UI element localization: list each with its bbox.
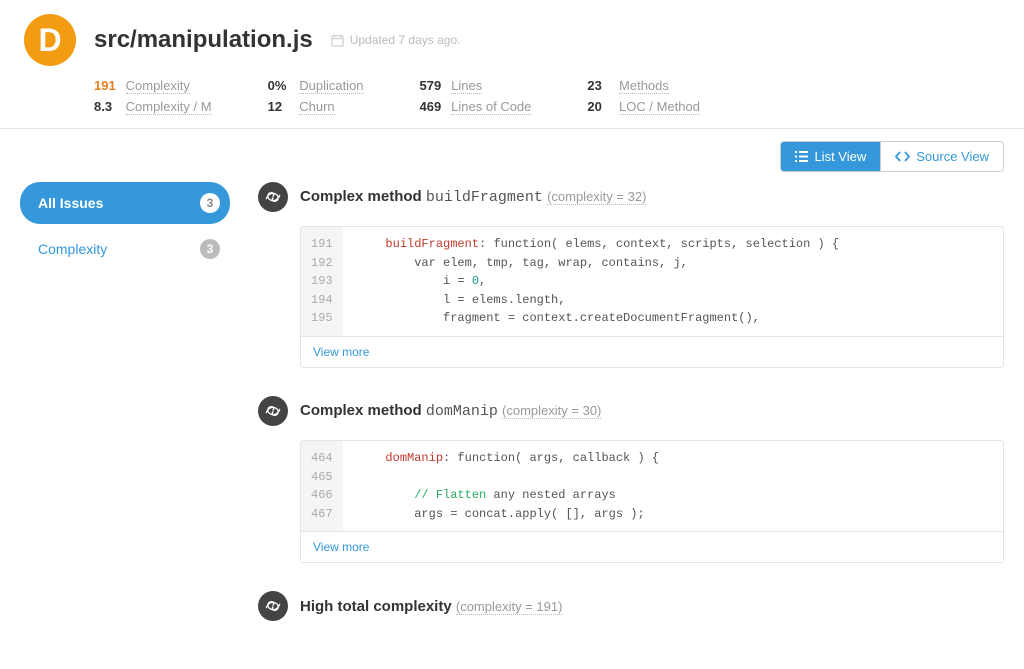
metric-value: 0% xyxy=(268,78,296,93)
issues-list: Complex method buildFragment (complexity… xyxy=(258,182,1004,649)
file-title: src/manipulation.js xyxy=(94,26,313,54)
issue-prefix: High total complexity xyxy=(300,598,452,615)
metric-row: 191 Complexity xyxy=(94,78,212,93)
count-badge: 3 xyxy=(200,239,220,259)
line-numbers: 464 465 466 467 xyxy=(301,441,343,531)
metric-label: Complexity / M xyxy=(126,99,212,115)
code-snippet: buildFragment: function( elems, context,… xyxy=(343,227,1003,336)
metric-label: Lines xyxy=(451,78,482,94)
issue-prefix: Complex method xyxy=(300,402,422,419)
view-toggle-group: List View Source View xyxy=(780,141,1004,172)
count-badge: 3 xyxy=(200,193,220,213)
metric-row: 23 Methods xyxy=(587,78,700,93)
issue-header: High total complexity (complexity = 191) xyxy=(258,591,1004,621)
metric-value: 579 xyxy=(420,78,448,93)
metric-value: 191 xyxy=(94,78,122,93)
issue-title: High total complexity (complexity = 191) xyxy=(300,598,562,615)
code-block: 191 192 193 194 195 buildFragment: funct… xyxy=(300,226,1004,368)
issue-method: buildFragment xyxy=(426,189,543,206)
issue-header: Complex method buildFragment (complexity… xyxy=(258,182,1004,212)
metric-col-1: 191 Complexity 8.3 Complexity / M xyxy=(94,78,212,114)
sidebar-item-label: Complexity xyxy=(38,241,107,257)
code-block: 464 465 466 467 domManip: function( args… xyxy=(300,440,1004,563)
sidebar-item-label: All Issues xyxy=(38,195,103,211)
source-view-label: Source View xyxy=(916,149,989,164)
view-more-link[interactable]: View more xyxy=(301,531,1003,562)
issue-title: Complex method domManip (complexity = 30… xyxy=(300,402,601,420)
metric-row: 12 Churn xyxy=(268,99,364,114)
issue-complexity-label: (complexity = 32) xyxy=(547,189,646,205)
issue-complexity-label: (complexity = 191) xyxy=(456,599,563,615)
issue-title: Complex method buildFragment (complexity… xyxy=(300,188,646,206)
metrics-bar: 191 Complexity 8.3 Complexity / M 0% Dupl… xyxy=(0,74,1024,128)
metric-label: Churn xyxy=(299,99,334,115)
metric-label: Duplication xyxy=(299,78,363,94)
metric-label: Complexity xyxy=(126,78,190,94)
updated-timestamp: Updated 7 days ago. xyxy=(331,33,461,47)
issue-method: domManip xyxy=(426,403,498,420)
metric-row: 8.3 Complexity / M xyxy=(94,99,212,114)
updated-text: Updated 7 days ago. xyxy=(350,33,461,47)
complexity-icon xyxy=(258,182,288,212)
issue-header: Complex method domManip (complexity = 30… xyxy=(258,396,1004,426)
metric-row: 20 LOC / Method xyxy=(587,99,700,114)
metric-row: 469 Lines of Code xyxy=(420,99,532,114)
issue: High total complexity (complexity = 191) xyxy=(258,591,1004,621)
calendar-icon xyxy=(331,34,344,47)
metric-value: 23 xyxy=(587,78,615,93)
issue: Complex method buildFragment (complexity… xyxy=(258,182,1004,368)
issue-prefix: Complex method xyxy=(300,188,422,205)
line-numbers: 191 192 193 194 195 xyxy=(301,227,343,336)
code-icon xyxy=(895,151,910,162)
list-view-label: List View xyxy=(814,149,866,164)
list-view-button[interactable]: List View xyxy=(781,142,880,171)
source-view-button[interactable]: Source View xyxy=(880,142,1003,171)
metric-row: 0% Duplication xyxy=(268,78,364,93)
metric-col-4: 23 Methods 20 LOC / Method xyxy=(587,78,700,114)
list-icon xyxy=(795,151,808,162)
metric-value: 12 xyxy=(268,99,296,114)
metric-value: 20 xyxy=(587,99,615,114)
issue-complexity-label: (complexity = 30) xyxy=(502,403,601,419)
code-snippet: domManip: function( args, callback ) { /… xyxy=(343,441,1003,531)
view-toggle-bar: List View Source View xyxy=(0,129,1024,182)
metric-value: 469 xyxy=(420,99,448,114)
metric-label: Lines of Code xyxy=(451,99,531,115)
view-more-link[interactable]: View more xyxy=(301,336,1003,367)
metric-col-3: 579 Lines469 Lines of Code xyxy=(420,78,532,114)
complexity-icon xyxy=(258,591,288,621)
grade-badge: D xyxy=(24,14,76,66)
complexity-icon xyxy=(258,396,288,426)
metric-value: 8.3 xyxy=(94,99,122,114)
sidebar: All Issues 3 Complexity 3 xyxy=(20,182,230,649)
metric-label: Methods xyxy=(619,78,669,94)
sidebar-item-all-issues[interactable]: All Issues 3 xyxy=(20,182,230,224)
file-header: D src/manipulation.js Updated 7 days ago… xyxy=(0,0,1024,74)
metric-row: 579 Lines xyxy=(420,78,532,93)
metric-col-2: 0% Duplication12 Churn xyxy=(268,78,364,114)
issue: Complex method domManip (complexity = 30… xyxy=(258,396,1004,563)
metric-label: LOC / Method xyxy=(619,99,700,115)
sidebar-item-complexity[interactable]: Complexity 3 xyxy=(20,228,230,270)
